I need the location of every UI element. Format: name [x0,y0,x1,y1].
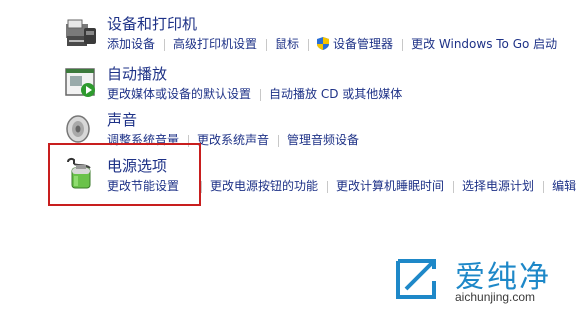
link-device-manager[interactable]: 设备管理器 [317,36,393,52]
link-manage-audio-devices[interactable]: 管理音频设备 [287,132,359,148]
link-choose-power-plan[interactable]: 选择电源计划 [462,178,534,194]
category-links: 更改媒体或设备的默认设置 自动播放 CD 或其他媒体 [107,86,402,102]
highlight-box [48,143,201,206]
divider [402,38,404,51]
link-power-button-function[interactable]: 更改电源按钮的功能 [210,178,318,194]
speaker-icon[interactable] [64,112,98,146]
divider [164,38,166,51]
divider [543,180,545,193]
watermark-logo-icon [392,257,440,301]
uac-shield-icon [317,37,330,50]
category-title[interactable]: 声音 [107,110,137,130]
divider [266,38,268,51]
divider [278,134,280,147]
link-windows-to-go[interactable]: 更改 Windows To Go 启动 [411,36,557,52]
divider [201,180,203,193]
divider [453,180,455,193]
link-edit[interactable]: 编辑 [552,178,576,194]
divider [327,180,329,193]
divider [308,38,310,51]
autoplay-icon[interactable] [64,66,98,100]
link-device-manager-label: 设备管理器 [333,37,394,51]
watermark-url: aichunjing.com [455,290,536,304]
link-sleep-time[interactable]: 更改计算机睡眠时间 [336,178,444,194]
link-change-media-defaults[interactable]: 更改媒体或设备的默认设置 [107,86,251,102]
divider [260,88,262,101]
printer-icon[interactable] [64,16,98,50]
category-autoplay: 自动播放 更改媒体或设备的默认设置 自动播放 CD 或其他媒体 [0,64,577,108]
link-change-system-sounds[interactable]: 更改系统声音 [197,132,269,148]
link-autoplay-cd[interactable]: 自动播放 CD 或其他媒体 [269,86,402,102]
category-devices-printers: 设备和打印机 添加设备 高级打印机设置 鼠标 设备管理器 更改 Windows To G… [0,14,577,58]
category-links: 添加设备 高级打印机设置 鼠标 设备管理器 更改 Windows To Go 启动 [107,36,557,52]
category-title[interactable]: 自动播放 [107,64,167,84]
link-add-device[interactable]: 添加设备 [107,36,155,52]
link-advanced-printer-setup[interactable]: 高级打印机设置 [173,36,257,52]
category-title[interactable]: 设备和打印机 [107,14,197,34]
link-mouse[interactable]: 鼠标 [275,36,299,52]
